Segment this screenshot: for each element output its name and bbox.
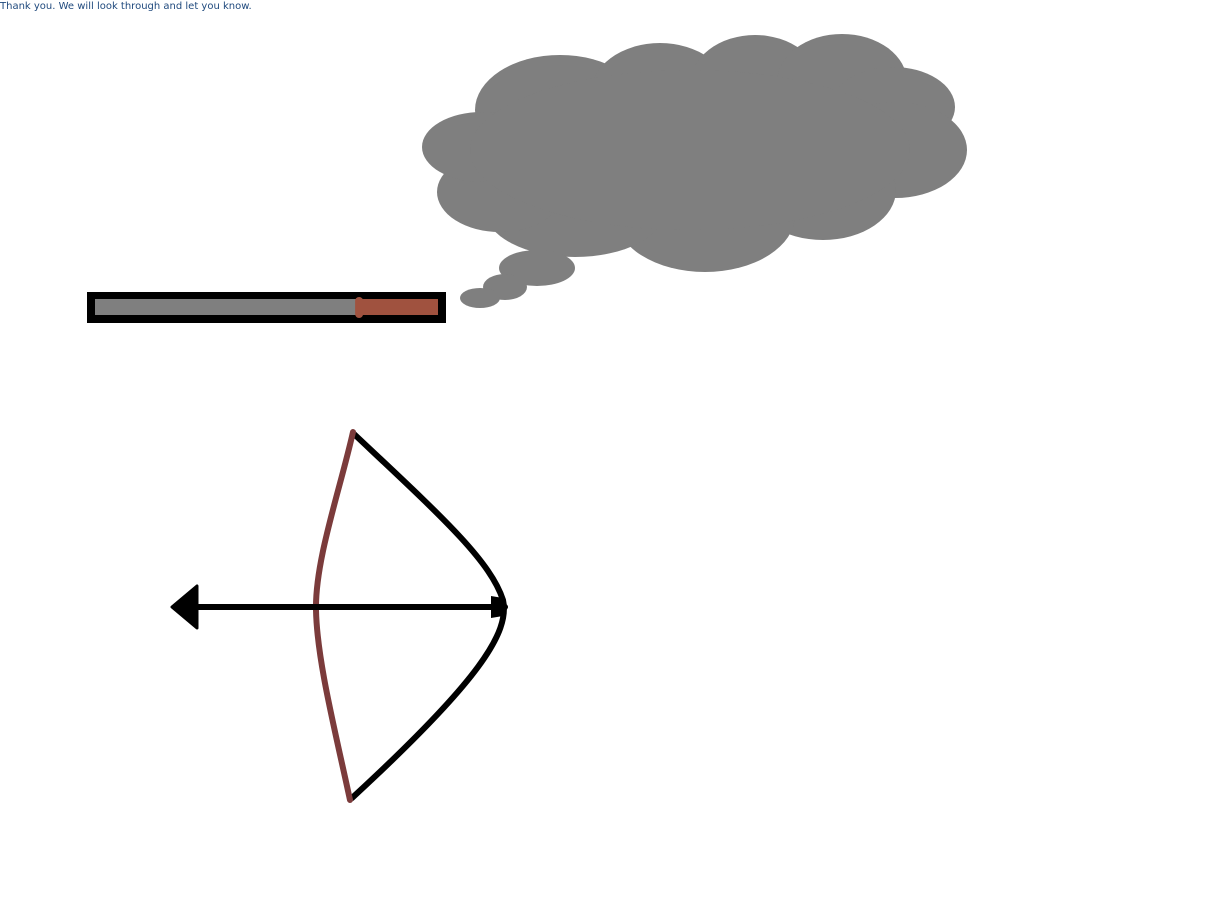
power-meter-fill-cap — [355, 297, 364, 318]
game-scene — [87, 34, 967, 803]
arrow-head — [170, 584, 199, 630]
bow-string — [349, 431, 507, 801]
bow-icon — [312, 429, 507, 803]
arrow-icon — [170, 584, 508, 630]
power-meter-fill — [359, 299, 438, 315]
thought-cloud-icon — [422, 34, 967, 308]
bow-limb — [312, 429, 356, 803]
power-meter — [87, 292, 446, 323]
